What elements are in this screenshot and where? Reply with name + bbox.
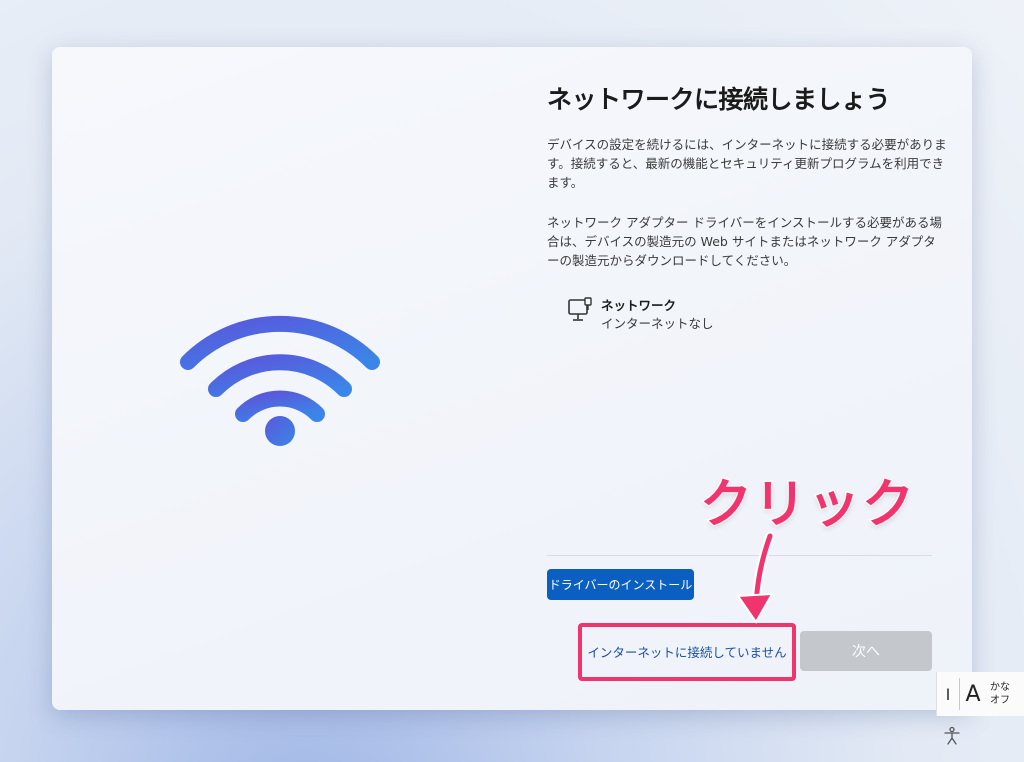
ime-mode-line1: かな	[990, 682, 1010, 693]
setup-window: ネットワークに接続しましょう デバイスの設定を続けるには、インターネットに接続す…	[52, 47, 972, 710]
wifi-icon	[180, 315, 380, 446]
ime-mode-letter: A	[965, 681, 981, 707]
ime-mode-label: かな オフ	[990, 681, 1010, 707]
page-title: ネットワークに接続しましょう	[547, 85, 891, 114]
wired-network-icon	[568, 297, 592, 321]
next-button[interactable]: 次へ	[800, 631, 932, 671]
click-callout-text: クリック	[698, 474, 917, 537]
click-highlight-box	[578, 623, 796, 681]
accessibility-icon[interactable]	[942, 726, 962, 746]
network-list-item[interactable]: ネットワーク インターネットなし	[567, 297, 714, 333]
install-driver-button[interactable]: ドライバーのインストール	[547, 569, 694, 600]
network-name: ネットワーク	[601, 298, 677, 313]
driver-help-text: ネットワーク アダプター ドライバーをインストールする必要がある場合は、デバイス…	[547, 215, 942, 268]
ime-indicator[interactable]: I A かな オフ	[936, 672, 1024, 716]
network-status: インターネットなし	[601, 316, 714, 331]
pointer-arrow-icon	[736, 531, 775, 624]
ime-mode-line2: オフ	[990, 695, 1010, 706]
description-text: デバイスの設定を続けるには、インターネットに接続する必要があります。接続すると、…	[547, 137, 947, 190]
text-cursor-icon: I	[945, 684, 951, 704]
